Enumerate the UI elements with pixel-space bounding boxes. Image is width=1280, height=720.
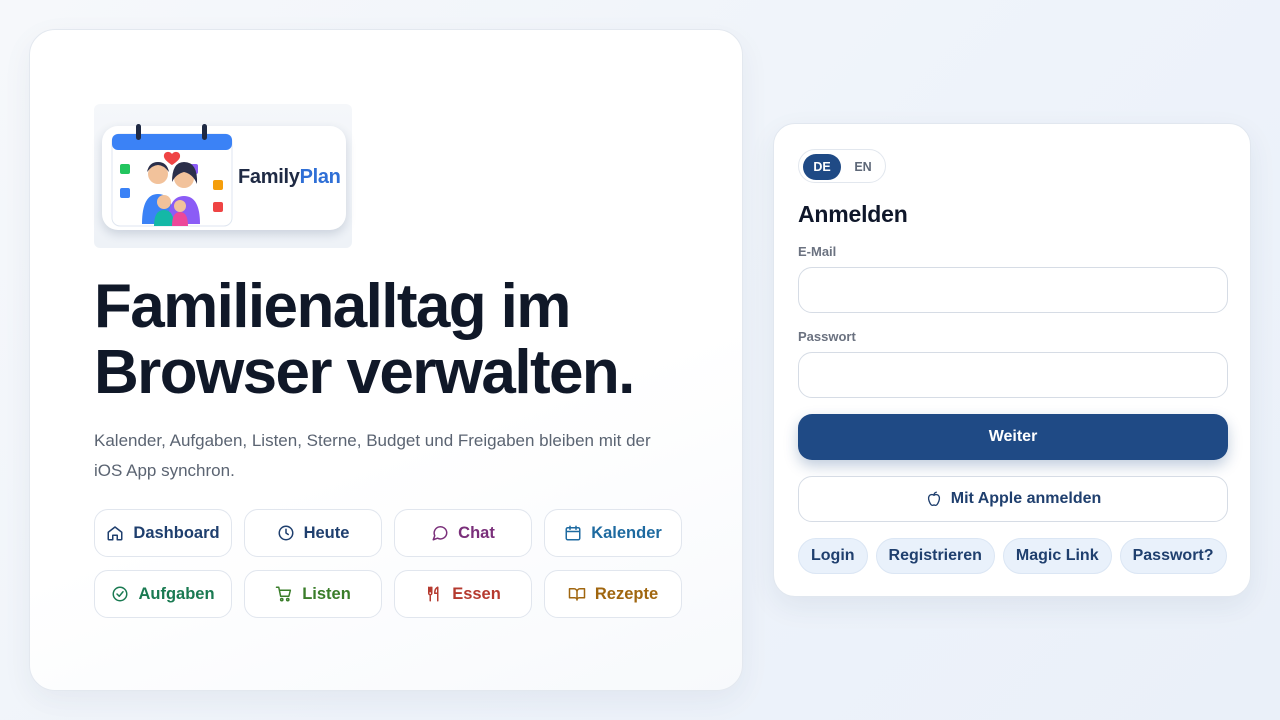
password-label: Passwort — [798, 329, 856, 344]
login-title: Anmelden — [798, 201, 908, 227]
home-icon — [107, 526, 123, 541]
apple-icon — [927, 491, 940, 507]
hero-subtitle: Kalender, Aufgaben, Listen, Sterne, Budg… — [94, 431, 651, 480]
login-link[interactable]: Login — [798, 538, 868, 574]
password-field[interactable] — [798, 352, 1228, 398]
feature-chat-button[interactable]: Chat — [394, 509, 532, 557]
auth-links: Login Registrieren Magic Link Passwort? — [798, 538, 1227, 574]
feature-kalender-button[interactable]: Kalender — [544, 509, 682, 557]
feature-label: Dashboard — [133, 523, 220, 542]
feature-listen-button[interactable]: Listen — [244, 570, 382, 618]
book-icon — [568, 588, 586, 601]
check-circle-icon — [112, 586, 128, 602]
logo-badge: FamilyPlan — [102, 124, 346, 230]
hero-headline: Familienalltag im Browser verwalten. — [94, 274, 714, 406]
login-card: DE EN Anmelden E-Mail Passwort Weiter Mi… — [773, 123, 1251, 597]
feature-label: Kalender — [591, 523, 662, 542]
continue-button[interactable]: Weiter — [798, 414, 1228, 460]
apple-signin-button[interactable]: Mit Apple anmelden — [798, 476, 1228, 522]
register-link[interactable]: Registrieren — [875, 538, 995, 574]
email-label: E-Mail — [798, 244, 837, 259]
feature-dashboard-button[interactable]: Dashboard — [94, 509, 232, 557]
magic-link-link[interactable]: Magic Link — [1002, 538, 1112, 574]
feature-label: Rezepte — [594, 584, 659, 603]
language-en-button[interactable]: EN — [844, 154, 882, 180]
feature-grid: Dashboard Heute Chat Kalender Aufgaben L… — [94, 509, 684, 618]
utensils-icon — [428, 586, 439, 602]
feature-label: Aufgaben — [138, 584, 215, 603]
language-de-button[interactable]: DE — [803, 154, 841, 180]
feature-rezepte-button[interactable]: Rezepte — [544, 570, 682, 618]
brand-name-part1: Family — [238, 166, 300, 188]
hero-card: FamilyPlan Familienalltag im Browser ver… — [29, 29, 743, 691]
chat-bubble-icon — [432, 526, 448, 541]
language-switcher: DE EN — [798, 149, 886, 183]
feature-label: Listen — [302, 584, 351, 603]
feature-label: Chat — [458, 523, 495, 542]
familyplan-logo: FamilyPlan — [94, 104, 352, 248]
brand-name-part2: Plan — [299, 166, 341, 188]
brand-wordmark: FamilyPlan — [238, 166, 341, 189]
clock-icon — [278, 525, 294, 541]
calendar-icon — [565, 525, 581, 541]
headline-line-2: Browser verwalten. — [94, 338, 635, 407]
apple-signin-label: Mit Apple anmelden — [950, 490, 1102, 507]
forgot-password-link[interactable]: Passwort? — [1119, 538, 1227, 574]
email-field[interactable] — [798, 267, 1228, 313]
headline-line-1: Familienalltag im — [94, 272, 571, 341]
feature-label: Heute — [303, 523, 350, 542]
feature-aufgaben-button[interactable]: Aufgaben — [94, 570, 232, 618]
feature-heute-button[interactable]: Heute — [244, 509, 382, 557]
feature-label: Essen — [452, 584, 501, 603]
cart-icon — [275, 586, 292, 602]
feature-essen-button[interactable]: Essen — [394, 570, 532, 618]
